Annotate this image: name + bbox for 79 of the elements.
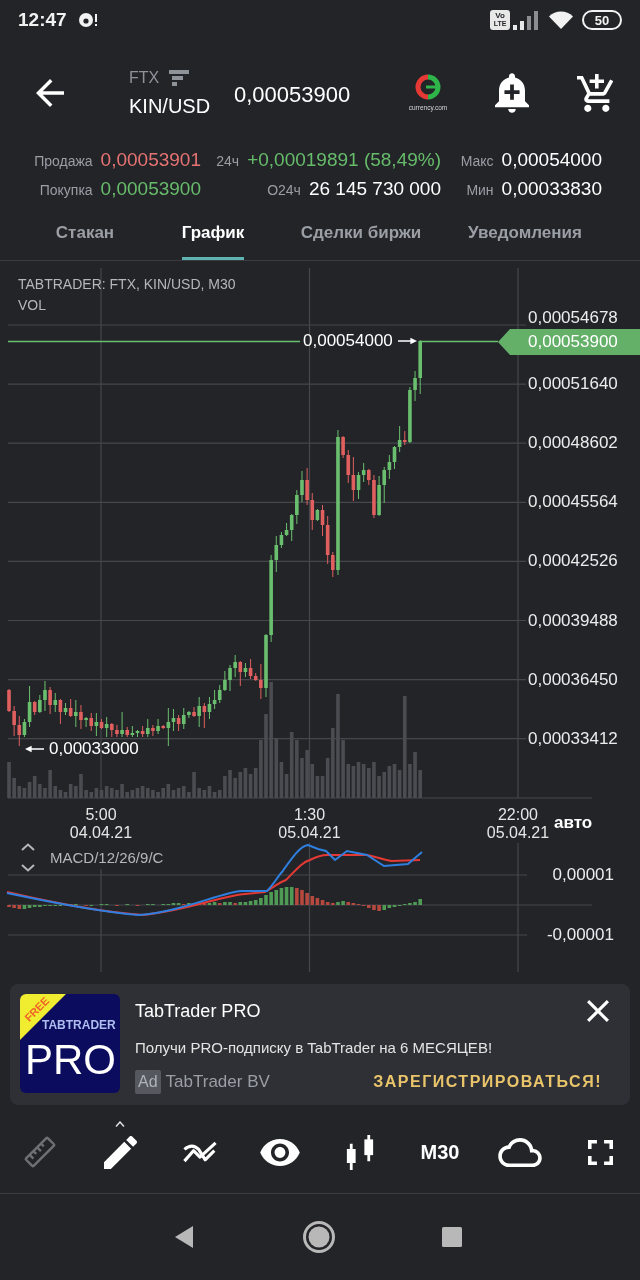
stat-label: 24ч (216, 151, 240, 171)
stat-label: Мин (466, 180, 494, 200)
stat-label: Макс (460, 151, 494, 171)
price-axis-label: 0,00048602 (528, 433, 618, 454)
high-price-marker: 0,00054000 (303, 331, 393, 351)
advertiser-name: TabTrader BV (165, 1072, 270, 1092)
stat-value: 0,00053901 (100, 147, 201, 172)
ruler-icon (24, 1136, 56, 1168)
arrow-right-icon (397, 337, 417, 345)
low-price-marker: 0,00033000 (49, 739, 139, 759)
stat-value: +0,00019891 (58,49%) (247, 147, 441, 172)
back-triangle-icon (175, 1226, 193, 1248)
tab[interactable]: Сделки биржи (300, 203, 422, 260)
tab[interactable]: Стакан (55, 203, 115, 260)
stat-label: О24ч (267, 180, 301, 200)
chevron-up-icon[interactable] (21, 843, 35, 851)
signal-icon (513, 10, 538, 30)
indicator-label: MACD/12/26/9/C (50, 849, 164, 867)
battery-level: 50 (582, 10, 622, 30)
price-axis-label: 0,00036450 (528, 669, 618, 690)
price-axis-label: 0,00042526 (528, 551, 618, 572)
logo-brand: TABTRADER (42, 1018, 116, 1032)
ad-badge: Ad (135, 1070, 161, 1094)
register-link[interactable]: ЗАРЕГИСТРИРОВАТЬСЯ! (373, 1072, 602, 1092)
back-arrow-icon (36, 78, 64, 107)
time-label: 1:30 (293, 806, 326, 824)
fullscreen-icon (587, 1139, 613, 1165)
stat-value: 0,00054000 (501, 147, 602, 172)
stat-label: Продажа (34, 151, 93, 171)
price-axis-label: 0,00051640 (528, 374, 618, 395)
date-label: 04.04.21 (69, 824, 133, 842)
ad-description: Получи PRO-подписку в TabTrader на 6 МЕСЯЦЕВ! (135, 1038, 494, 1058)
tab[interactable]: График (181, 203, 245, 260)
partner-logo-icon[interactable] (415, 73, 441, 100)
app-notification-icon (77, 12, 98, 28)
indicator-legend: VOL (18, 296, 46, 314)
candlestick-icon (346, 1134, 374, 1170)
price-axis-label: 0,00039488 (528, 610, 618, 631)
stat-label: Покупка (39, 180, 93, 200)
price-axis-label: 0,00033412 (528, 728, 618, 749)
network-label: Vo (495, 12, 505, 20)
chevron-down-icon[interactable] (21, 864, 35, 872)
ad-title: TabTrader PRO (135, 1000, 261, 1022)
time-label: 22:00 (497, 806, 538, 824)
add-to-cart-button[interactable] (577, 73, 613, 112)
pencil-icon (103, 1135, 137, 1169)
tab[interactable]: Уведомления (468, 203, 582, 260)
home-circle-icon (303, 1221, 335, 1253)
clock: 12:47 (18, 9, 67, 31)
bell-plus-icon (495, 72, 529, 113)
eye-icon (260, 1138, 300, 1166)
exchange-name: FTX (129, 67, 160, 88)
date-label: 05.04.21 (278, 824, 341, 842)
scale-mode-button[interactable]: авто (554, 813, 593, 833)
last-price-tag: 0,00053900 (498, 329, 640, 355)
stat-value: 0,00053900 (100, 176, 201, 201)
close-button[interactable] (586, 999, 610, 1023)
trading-pair: KIN/USD (129, 93, 212, 118)
chart-title: TABTRADER: FTX, KIN/USD, M30 (18, 275, 236, 293)
macd-axis-label: -0,00001 (546, 925, 614, 945)
arrow-left-icon (25, 745, 44, 753)
close-icon (587, 1000, 609, 1022)
exchange-logo-icon (169, 69, 190, 86)
cart-plus-icon (577, 73, 613, 112)
add-alert-button[interactable] (495, 72, 529, 113)
logo-product: PRO (25, 1038, 116, 1082)
square-icon (442, 1227, 462, 1247)
date-label: 05.04.21 (486, 824, 550, 842)
price-axis-label: 0,00045564 (528, 492, 618, 513)
time-label: 5:00 (85, 806, 117, 824)
price-axis-label: 0,00054678 (528, 308, 618, 328)
wifi-icon (548, 10, 574, 30)
current-price: 0,00053900 (234, 80, 352, 108)
cloud-icon (498, 1137, 542, 1167)
macd-axis-label: 0,00001 (552, 865, 614, 885)
stat-value: 26 145 730 000 (308, 176, 441, 201)
timeframe-button[interactable]: M30 (416, 1128, 464, 1176)
stat-value: 0,00033830 (501, 176, 602, 201)
crossing-lines-icon (182, 1139, 218, 1165)
